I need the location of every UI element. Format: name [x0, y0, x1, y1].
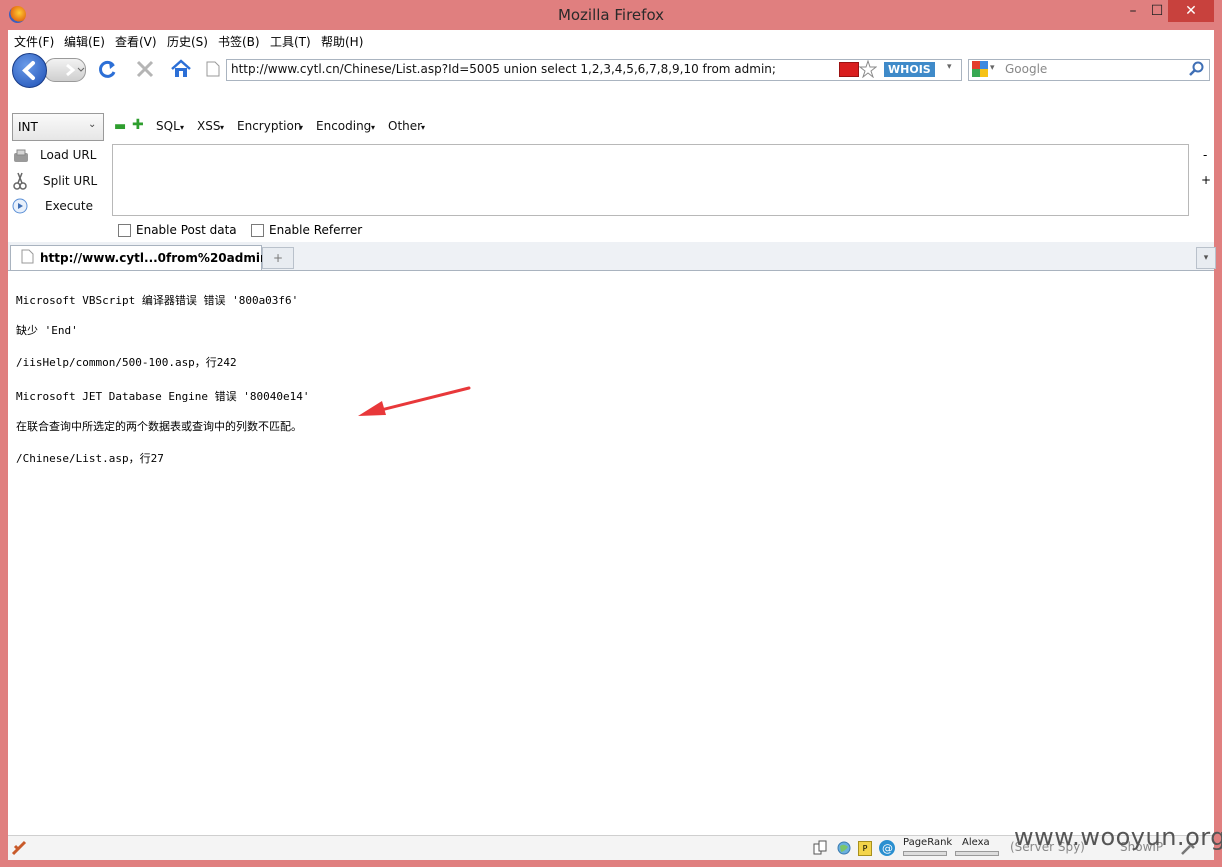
- other-dropdown-icon[interactable]: ▾: [421, 123, 425, 132]
- type-select-value: INT: [18, 120, 38, 134]
- menu-tools[interactable]: 工具(T): [270, 33, 311, 50]
- enable-post-label: Enable Post data: [136, 223, 237, 237]
- enable-referrer-checkbox[interactable]: [251, 224, 264, 237]
- back-arrow-icon: [22, 61, 35, 80]
- alexa-label[interactable]: Alexa: [962, 837, 990, 848]
- hackbar-url-textarea[interactable]: [112, 144, 1189, 216]
- forward-button[interactable]: [44, 58, 86, 82]
- menu-edit[interactable]: 编辑(E): [64, 33, 105, 50]
- pr-icon[interactable]: P: [858, 841, 872, 856]
- back-button[interactable]: [12, 53, 47, 88]
- forward-arrow-icon: [66, 63, 85, 77]
- encryption-menu[interactable]: Encryption: [237, 119, 301, 133]
- page-info-icon[interactable]: [813, 840, 827, 856]
- error-line-2: 缺少 'End': [16, 324, 78, 337]
- error-line-1: Microsoft VBScript 编译器错误 错误 '800a03f6': [16, 294, 299, 307]
- other-menu[interactable]: Other: [388, 119, 422, 133]
- error-line-6: /Chinese/List.asp，行27: [16, 452, 164, 465]
- encoding-dropdown-icon[interactable]: ▾: [371, 123, 375, 132]
- whois-badge[interactable]: WHOIS: [884, 62, 935, 77]
- execute-button[interactable]: Execute: [45, 199, 93, 213]
- new-tab-button[interactable]: +: [262, 247, 294, 269]
- tab-page-icon: [21, 249, 34, 264]
- window-title: Mozilla Firefox: [557, 6, 665, 24]
- page-icon: [206, 61, 220, 77]
- search-input[interactable]: Google: [1005, 62, 1047, 76]
- menu-bookmarks[interactable]: 书签(B): [218, 33, 260, 50]
- menu-view[interactable]: 查看(V): [115, 33, 157, 50]
- email-at-icon[interactable]: @: [878, 839, 896, 857]
- error-line-5: 在联合查询中所选定的两个数据表或查询中的列数不匹配。: [16, 420, 302, 433]
- search-engine-dropdown-icon[interactable]: ▾: [990, 63, 995, 73]
- annotation-arrow-icon: [358, 386, 471, 416]
- enable-referrer-label: Enable Referrer: [269, 223, 363, 237]
- search-icon[interactable]: [1189, 61, 1205, 77]
- pagerank-label[interactable]: PageRank: [903, 837, 952, 848]
- increase-icon[interactable]: ✚: [132, 117, 144, 133]
- error-line-3: /iisHelp/common/500-100.asp，行242: [16, 356, 237, 369]
- url-dropdown-icon[interactable]: ▾: [947, 62, 952, 72]
- bookmark-star-icon[interactable]: [859, 60, 877, 78]
- reload-icon[interactable]: [98, 59, 118, 79]
- china-flag-icon: [839, 62, 859, 77]
- shrink-textarea-button[interactable]: -: [1203, 148, 1207, 162]
- enable-post-checkbox[interactable]: [118, 224, 131, 237]
- pagerank-bar: [903, 851, 947, 856]
- tab-title: http://www.cytl...0from%20admin;: [40, 251, 274, 265]
- google-icon[interactable]: [972, 61, 988, 77]
- watermark: www.wooyun.org: [1014, 823, 1222, 851]
- close-button[interactable]: ✕: [1168, 0, 1214, 22]
- chevron-down-icon: ⌄: [88, 119, 97, 130]
- decrease-icon[interactable]: ▬: [114, 119, 126, 134]
- load-url-button[interactable]: Load URL: [40, 148, 96, 162]
- alexa-bar: [955, 851, 999, 856]
- menu-file[interactable]: 文件(F): [14, 33, 54, 50]
- xss-menu[interactable]: XSS: [197, 119, 220, 133]
- expand-textarea-button[interactable]: +: [1201, 173, 1211, 187]
- maximize-button[interactable]: ☐: [1146, 0, 1168, 22]
- xss-dropdown-icon[interactable]: ▾: [220, 123, 224, 132]
- home-icon[interactable]: [170, 58, 192, 80]
- url-input[interactable]: http://www.cytl.cn/Chinese/List.asp?Id=5…: [231, 62, 776, 76]
- stop-icon[interactable]: [135, 59, 155, 79]
- encryption-dropdown-icon[interactable]: ▾: [299, 123, 303, 132]
- menu-help[interactable]: 帮助(H): [321, 33, 363, 50]
- hackbar-tool-icon[interactable]: [11, 840, 27, 856]
- svg-text:@: @: [882, 842, 893, 855]
- sql-menu[interactable]: SQL: [156, 119, 180, 133]
- sql-dropdown-icon[interactable]: ▾: [180, 123, 184, 132]
- globe-icon[interactable]: [836, 840, 852, 856]
- execute-icon[interactable]: [12, 198, 28, 214]
- load-url-icon[interactable]: [12, 148, 30, 164]
- encoding-menu[interactable]: Encoding: [316, 119, 371, 133]
- split-url-icon[interactable]: [13, 172, 27, 190]
- tab-list-dropdown-icon[interactable]: ▾: [1196, 247, 1216, 269]
- split-url-button[interactable]: Split URL: [43, 174, 97, 188]
- error-line-4: Microsoft JET Database Engine 错误 '80040e…: [16, 390, 310, 403]
- type-select[interactable]: INT ⌄: [12, 113, 104, 141]
- minimize-button[interactable]: –: [1122, 0, 1144, 22]
- menu-history[interactable]: 历史(S): [167, 33, 208, 50]
